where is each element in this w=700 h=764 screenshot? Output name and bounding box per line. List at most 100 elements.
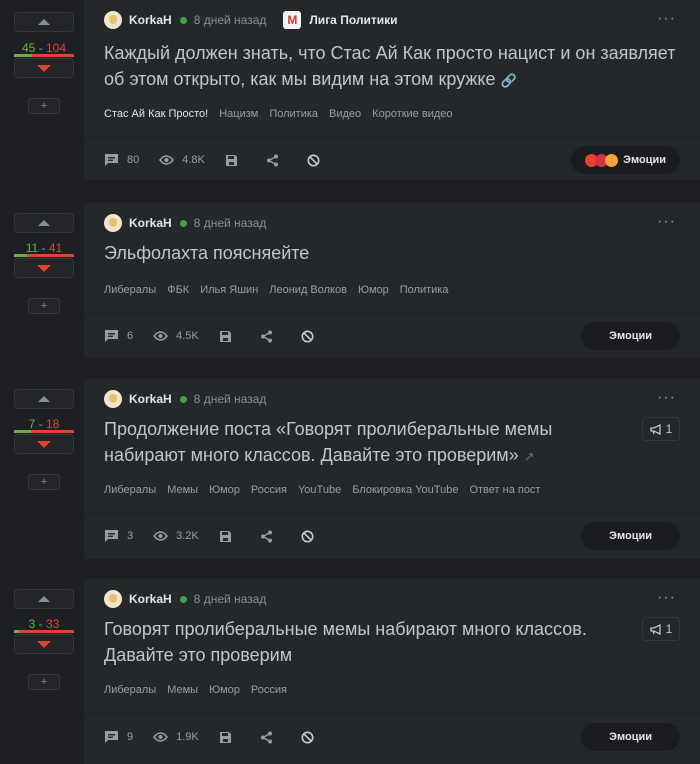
tag[interactable]: Россия [251, 684, 287, 696]
share-button[interactable] [260, 330, 281, 343]
rating-separator: - [38, 417, 43, 431]
avatar[interactable] [104, 590, 122, 608]
downvote-button[interactable] [14, 634, 74, 654]
tag[interactable]: Либералы [104, 484, 156, 496]
share-icon [266, 154, 278, 166]
hide-button[interactable] [301, 330, 322, 343]
tag[interactable]: Юмор [358, 284, 389, 296]
repost-button[interactable]: 1 [642, 417, 680, 441]
hide-button[interactable] [301, 731, 322, 744]
laughing-face-icon [605, 153, 619, 167]
tag[interactable]: Мемы [167, 484, 198, 496]
comments-button[interactable]: 80 [104, 153, 139, 167]
author-name[interactable]: KorkaH [129, 13, 172, 27]
post-title[interactable]: Эльфолахта поясняейте [104, 240, 309, 266]
comments-button[interactable]: 3 [104, 529, 133, 543]
tag[interactable]: Политика [269, 108, 318, 120]
post-title[interactable]: Говорят пролиберальные мемы набирают мно… [104, 616, 624, 668]
share-button[interactable] [260, 731, 281, 744]
author-name[interactable]: KorkaH [129, 216, 172, 230]
post-card: 7 - 18 + KorkaH 8 дней назад ··· Продолж… [0, 379, 700, 559]
tag[interactable]: Либералы [104, 684, 156, 696]
avatar[interactable] [104, 214, 122, 232]
tag[interactable]: Россия [251, 484, 287, 496]
rating-bar-plus [14, 430, 31, 433]
upvote-button[interactable] [14, 589, 74, 609]
save-button[interactable] [225, 154, 246, 167]
upvote-button[interactable] [14, 213, 74, 233]
post-actions: 80 4.8K [104, 150, 348, 170]
expand-button[interactable]: + [28, 474, 60, 490]
save-button[interactable] [219, 530, 240, 543]
rating-bar [14, 54, 74, 57]
online-indicator [179, 395, 187, 403]
emotions-button[interactable]: Эмоции [571, 146, 680, 174]
tag[interactable]: Политика [400, 284, 449, 296]
emotions-button[interactable]: Эмоции [581, 723, 680, 751]
tag[interactable]: ФБК [167, 284, 189, 296]
tag[interactable]: Нацизм [219, 108, 258, 120]
tag[interactable]: YouTube [298, 484, 341, 496]
avatar[interactable] [104, 11, 122, 29]
community-name[interactable]: Лига Политики [309, 13, 397, 27]
tag[interactable]: Стас Ай Как Просто! [104, 108, 208, 120]
external-link-icon[interactable]: ↗ [524, 449, 535, 464]
repost-count: 1 [665, 622, 673, 636]
repost-button[interactable]: 1 [642, 617, 680, 641]
expand-button[interactable]: + [28, 98, 60, 114]
comments-button[interactable]: 9 [104, 730, 133, 744]
downvote-button[interactable] [14, 434, 74, 454]
downvote-button[interactable] [14, 258, 74, 278]
divider [84, 713, 700, 714]
more-dots-icon[interactable]: ··· [657, 390, 676, 406]
comments-button[interactable]: 6 [104, 329, 133, 343]
save-button[interactable] [219, 731, 240, 744]
tag[interactable]: Либералы [104, 284, 156, 296]
online-indicator [179, 16, 187, 24]
downvote-button[interactable] [14, 58, 74, 78]
post-title-line-text: набирают много классов. Давайте это пров… [104, 445, 519, 465]
avatar[interactable] [104, 390, 122, 408]
author-name[interactable]: KorkaH [129, 592, 172, 606]
comment-count: 3 [127, 530, 134, 542]
tag[interactable]: Блокировка YouTube [352, 484, 458, 496]
post-title-line: Давайте это проверим [104, 645, 293, 665]
tag[interactable]: Илья Яшин [200, 284, 258, 296]
share-button[interactable] [260, 530, 281, 543]
more-dots-icon[interactable]: ··· [657, 214, 676, 230]
emotions-button[interactable]: Эмоции [581, 522, 680, 550]
community-logo[interactable]: M [283, 11, 302, 29]
hide-button[interactable] [307, 154, 328, 167]
rating-bar [14, 254, 74, 257]
megaphone-icon [650, 623, 661, 635]
rating-bar-plus [14, 54, 32, 57]
post-time[interactable]: 8 дней назад [194, 592, 267, 606]
tag[interactable]: Короткие видео [372, 108, 452, 120]
tag[interactable]: Видео [329, 108, 361, 120]
save-button[interactable] [219, 330, 240, 343]
tag[interactable]: Леонид Волков [269, 284, 347, 296]
emotions-button[interactable]: Эмоции [581, 322, 680, 350]
post-title[interactable]: Продолжение поста «Говорят пролиберальны… [104, 416, 604, 470]
more-dots-icon[interactable]: ··· [657, 11, 676, 27]
post-title[interactable]: Каждый должен знать, что Стас Ай Как про… [104, 40, 684, 94]
share-button[interactable] [266, 154, 287, 167]
post-time[interactable]: 8 дней назад [194, 216, 267, 230]
tag[interactable]: Юмор [209, 684, 240, 696]
view-count: 1.9K [176, 731, 199, 743]
tag[interactable]: Ответ на пост [469, 484, 540, 496]
post-time[interactable]: 8 дней назад [194, 13, 267, 27]
upvote-button[interactable] [14, 12, 74, 32]
hide-button[interactable] [301, 530, 322, 543]
upvote-button[interactable] [14, 389, 74, 409]
link-icon[interactable]: 🔗 [501, 73, 517, 88]
post-actions: 3 3.2K [104, 526, 342, 546]
share-icon [260, 731, 272, 743]
more-dots-icon[interactable]: ··· [657, 590, 676, 606]
author-name[interactable]: KorkaH [129, 392, 172, 406]
post-time[interactable]: 8 дней назад [194, 392, 267, 406]
expand-button[interactable]: + [28, 298, 60, 314]
tag[interactable]: Юмор [209, 484, 240, 496]
tag[interactable]: Мемы [167, 684, 198, 696]
expand-button[interactable]: + [28, 674, 60, 690]
